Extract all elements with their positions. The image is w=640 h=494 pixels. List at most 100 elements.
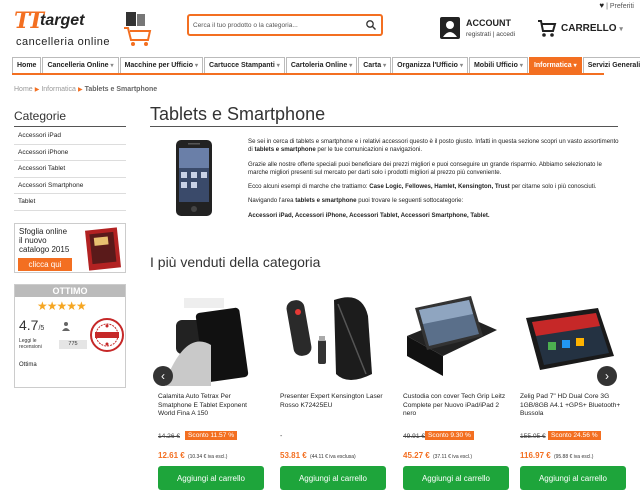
product-discount-badge: Sconto 24.56 % xyxy=(548,431,601,440)
account-links[interactable]: registrati | accedi xyxy=(466,31,515,38)
heart-icon: ♥ xyxy=(599,1,605,10)
nav-item-label: Informatica xyxy=(533,62,572,69)
nav-item-label: Cancelleria Online xyxy=(47,62,109,69)
title-divider xyxy=(150,126,618,127)
sidebar-divider xyxy=(14,126,126,127)
nav-item[interactable]: Carta ▾ xyxy=(358,57,392,73)
chevron-down-icon: ▾ xyxy=(349,63,353,69)
product-old-price: 49.91 € xyxy=(403,433,425,440)
sidebar-title: Categorie xyxy=(14,109,67,123)
product-card: Calamita Auto Tetrax Per Smatphone E Tab… xyxy=(150,280,264,494)
reviews-label-2: recensioni xyxy=(19,344,42,350)
nav-item[interactable]: Home xyxy=(12,57,42,73)
carousel-next-button[interactable]: › xyxy=(597,366,617,386)
product-image[interactable] xyxy=(278,290,378,386)
rating-score: 4.7/5 xyxy=(19,317,44,333)
breadcrumb-parent[interactable]: Informatica xyxy=(41,86,76,93)
product-old-price: 155.05 € xyxy=(520,433,546,440)
nav-item[interactable]: Informatica ▾ xyxy=(528,57,582,73)
person-icon xyxy=(62,322,70,331)
add-to-cart-button[interactable]: Aggiungi al carrello xyxy=(158,466,264,490)
catalog-banner[interactable]: Sfoglia online il nuovo catalogo 2015 cl… xyxy=(14,223,126,273)
nav-item-label: Organizza l'Ufficio xyxy=(397,62,458,69)
breadcrumb-arrow-icon: ▶ xyxy=(77,87,83,93)
product-old-price: - xyxy=(280,433,283,440)
product-price: 116.97 € (95.88 € iva escl.) xyxy=(520,451,593,460)
nav-item[interactable]: Mobili Ufficio ▾ xyxy=(468,57,528,73)
rating-stars-icon: ★★★★★ xyxy=(37,299,87,313)
site-logo[interactable]: TT target cancelleria online xyxy=(14,8,152,52)
desc-text: Navigando l'area xyxy=(248,197,296,205)
catalog-line-2: il nuovo xyxy=(19,236,47,245)
bestsellers-title: I più venduti della categoria xyxy=(150,254,321,270)
sidebar-category-item[interactable]: Accessori Smartphone xyxy=(14,178,126,194)
product-image[interactable] xyxy=(401,290,501,386)
desc-bold: tablets e smartphone xyxy=(295,197,357,205)
nav-item[interactable]: Cancelleria Online ▾ xyxy=(42,57,119,73)
chevron-down-icon: ▾ xyxy=(276,63,280,69)
nav-item[interactable]: Cartucce Stampanti ▾ xyxy=(204,57,285,73)
chevron-down-icon: ▾ xyxy=(619,26,623,33)
chevron-down-icon: ▾ xyxy=(573,63,577,69)
category-phone-image xyxy=(176,140,212,216)
product-card: Presenter Expert Kensington Laser Rosso … xyxy=(272,280,386,494)
product-price: 53.81 € (44.11 € iva esclusa) xyxy=(280,451,356,460)
add-to-cart-button[interactable]: Aggiungi al carrello xyxy=(280,466,386,490)
cart-label-text: CARRELLO xyxy=(561,23,617,34)
product-old-price: 14.26 € xyxy=(158,433,180,440)
sidebar-category-item[interactable]: Accessori iPad xyxy=(14,128,126,145)
bestsellers-carousel: Calamita Auto Tetrax Per Smatphone E Tab… xyxy=(150,280,630,494)
catalog-line-1: Sfoglia online xyxy=(19,227,68,236)
breadcrumb: Home ▶ Informatica ▶ Tablets e Smartphone xyxy=(14,86,157,93)
sidebar-category-item[interactable]: Tablet xyxy=(14,194,126,211)
category-description: Se sei in cerca di tablets e smartphone … xyxy=(248,138,620,226)
rating-footer: Ottima xyxy=(19,362,37,368)
nav-item[interactable]: Organizza l'Ufficio ▾ xyxy=(392,57,468,73)
sidebar-category-item[interactable]: Accessori Tablet xyxy=(14,161,126,178)
add-to-cart-button[interactable]: Aggiungi al carrello xyxy=(403,466,509,490)
main-nav: Home Cancelleria Online ▾ Macchine per Uffi… xyxy=(12,57,640,75)
product-price: 45.27 € (37.11 € iva escl.) xyxy=(403,451,472,460)
chevron-down-icon: ▾ xyxy=(459,63,463,69)
cart-button[interactable]: CARRELLO ▾ xyxy=(535,15,635,43)
sidebar-category-list: Accessori iPad Accessori iPhone Accessori … xyxy=(14,128,126,211)
account-menu[interactable]: ACCOUNT registrati | accedi xyxy=(440,15,528,43)
reviews-link[interactable]: Leggi le recensioni xyxy=(19,338,42,350)
desc-text: puoi trovare le seguenti sottocategorie: xyxy=(356,197,464,205)
catalog-line-3: catalogo 2015 xyxy=(19,245,70,254)
product-price-iva: (44.11 € iva esclusa) xyxy=(309,454,356,460)
logo-mark: TT xyxy=(14,8,44,34)
carousel-prev-button[interactable]: ‹ xyxy=(153,366,173,386)
rating-widget[interactable]: OTTIMO ★★★★★ 4.7/5 Leggi le recensioni 7… xyxy=(14,284,126,388)
search-icon[interactable] xyxy=(365,19,377,31)
breadcrumb-home[interactable]: Home xyxy=(14,86,33,93)
account-title: ACCOUNT xyxy=(466,18,511,28)
sidebar-category-item[interactable]: Accessori iPhone xyxy=(14,145,126,161)
chevron-right-icon: › xyxy=(605,369,609,383)
product-name[interactable]: Zelig Pad 7" HD Dual Core 3G 1GB/8GB A4.… xyxy=(520,393,624,419)
catalog-text: Sfoglia online il nuovo catalogo 2015 xyxy=(19,227,69,254)
logo-name: target xyxy=(40,12,85,29)
desc-text: per le tue comunicazioni e navigazioni. xyxy=(315,146,423,154)
product-discount-badge: Sconto 11.57 % xyxy=(185,431,238,440)
product-name[interactable]: Presenter Expert Kensington Laser Rosso … xyxy=(280,393,384,410)
chevron-down-icon: ▾ xyxy=(110,63,114,69)
product-name[interactable]: Calamita Auto Tetrax Per Smatphone E Tab… xyxy=(158,393,262,419)
nav-item[interactable]: Macchine per Ufficio ▾ xyxy=(119,57,204,73)
desc-bold: Accessori iPad, Accessori iPhone, Access… xyxy=(248,211,490,219)
favorites-link[interactable]: ♥ | Preferiti xyxy=(599,1,634,10)
catalog-button[interactable]: clicca qui xyxy=(18,258,72,271)
chevron-down-icon: ▾ xyxy=(383,63,387,69)
chevron-left-icon: ‹ xyxy=(161,369,165,383)
product-name[interactable]: Custodia con cover Tech Grip Leitz Compl… xyxy=(403,393,507,419)
nav-item[interactable]: Servizi Generali▾ xyxy=(582,57,640,73)
add-to-cart-button[interactable]: Aggiungi al carrello xyxy=(520,466,626,490)
product-price-iva: (37.11 € iva escl.) xyxy=(432,454,473,460)
nav-item[interactable]: Cartoleria Online ▾ xyxy=(285,57,358,73)
nav-item-label: Macchine per Ufficio xyxy=(124,62,194,69)
chevron-down-icon: ▾ xyxy=(195,63,199,69)
desc-text: Ecco alcuni esempi di marche che trattia… xyxy=(248,183,370,191)
search-input[interactable] xyxy=(193,19,363,32)
nav-item-label: Servizi Generali xyxy=(587,62,640,69)
nav-item-label: Cartoleria Online xyxy=(290,62,348,69)
